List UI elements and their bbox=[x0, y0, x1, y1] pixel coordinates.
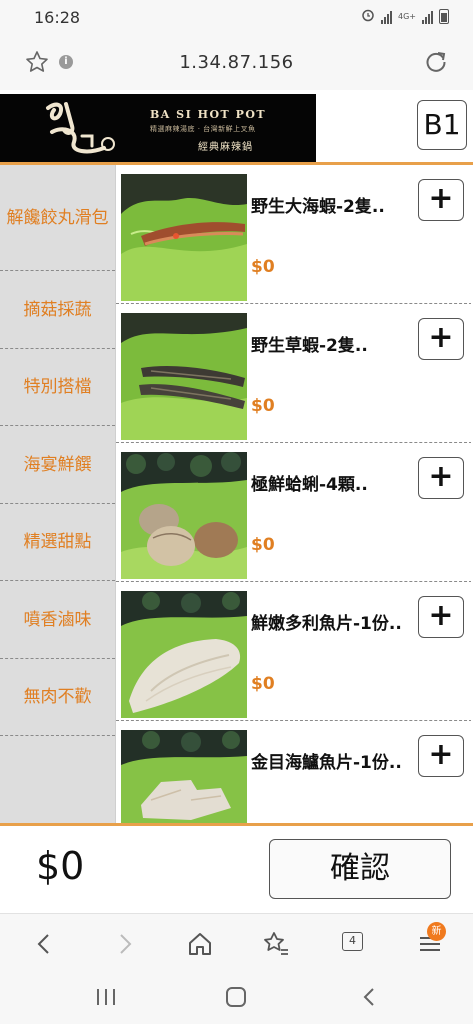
product-image bbox=[121, 452, 247, 579]
product-price: $0 bbox=[251, 535, 275, 555]
product-price: $0 bbox=[251, 396, 275, 416]
signal-icon-2 bbox=[422, 10, 433, 24]
brand-logo bbox=[46, 102, 115, 154]
confirm-button[interactable]: 確認 bbox=[269, 839, 451, 899]
alarm-icon bbox=[361, 8, 375, 25]
category-item[interactable]: 精選甜點 bbox=[0, 504, 115, 581]
product-row[interactable]: 野生大海蝦-2隻.. $0 + bbox=[116, 165, 471, 304]
category-sidebar: 解饞餃丸滑包 摘菇採蔬 特別搭檔 海宴鮮饌 精選甜點 噴香滷味 無肉不歡 bbox=[0, 165, 115, 823]
product-row[interactable]: 極鮮蛤蜊-4顆.. $0 + bbox=[116, 443, 471, 582]
battery-icon bbox=[439, 9, 449, 24]
product-name: 野生大海蝦-2隻.. bbox=[251, 197, 385, 217]
back-icon[interactable] bbox=[30, 929, 60, 959]
category-item[interactable]: 特別搭檔 bbox=[0, 349, 115, 426]
product-name: 金目海鱸魚片-1份.. bbox=[251, 753, 402, 773]
forward-icon[interactable] bbox=[109, 929, 139, 959]
product-image bbox=[121, 174, 247, 301]
add-to-order-button[interactable]: + bbox=[418, 318, 464, 360]
product-list: 野生大海蝦-2隻.. $0 + 野生草蝦-2隻.. $0 + 極鮮蛤蜊-4顆..… bbox=[115, 165, 471, 823]
signal-icon bbox=[381, 10, 392, 24]
status-icons: 4G+ bbox=[361, 8, 449, 25]
product-image bbox=[121, 313, 247, 440]
brand-tagline: 經典麻辣鍋 bbox=[198, 142, 253, 153]
address-bar: i 1.34.87.156 bbox=[0, 36, 473, 90]
status-time: 16:28 bbox=[34, 8, 81, 27]
home-icon[interactable] bbox=[185, 929, 215, 959]
status-bar: 16:28 4G+ bbox=[0, 0, 473, 36]
product-row[interactable]: 金目海鱸魚片-1份.. + bbox=[116, 721, 471, 823]
table-number-button[interactable]: B1 bbox=[417, 100, 467, 150]
product-price: $0 bbox=[251, 257, 275, 277]
product-image bbox=[121, 591, 247, 718]
product-row[interactable]: 鮮嫩多利魚片-1份.. $0 + bbox=[116, 582, 471, 721]
product-name: 野生草蝦-2隻.. bbox=[251, 336, 368, 356]
product-name: 極鮮蛤蜊-4顆.. bbox=[251, 475, 368, 495]
browser-toolbar: 4 新 bbox=[0, 913, 473, 971]
bookmarks-icon[interactable] bbox=[261, 929, 291, 959]
brand-name-en: BA SI HOT POT bbox=[150, 108, 267, 121]
reload-icon[interactable] bbox=[423, 49, 449, 75]
order-bar: $0 確認 bbox=[0, 823, 473, 913]
product-price: $0 bbox=[251, 674, 275, 694]
product-name: 鮮嫩多利魚片-1份.. bbox=[251, 614, 402, 634]
order-total: $0 bbox=[36, 844, 85, 888]
add-to-order-button[interactable]: + bbox=[418, 735, 464, 777]
category-item[interactable]: 摘菇採蔬 bbox=[0, 271, 115, 349]
category-item[interactable]: 海宴鮮饌 bbox=[0, 426, 115, 504]
category-item[interactable]: 解饞餃丸滑包 bbox=[0, 165, 115, 271]
url-text[interactable]: 1.34.87.156 bbox=[0, 52, 473, 73]
system-navigation bbox=[0, 971, 473, 1024]
restaurant-banner: BA SI HOT POT 精選麻辣湯底 · 台灣新鮮上叉魚 經典麻辣鍋 bbox=[0, 94, 316, 162]
category-item[interactable]: 無肉不歡 bbox=[0, 659, 115, 736]
add-to-order-button[interactable]: + bbox=[418, 457, 464, 499]
recent-apps-icon[interactable] bbox=[92, 985, 120, 1009]
add-to-order-button[interactable]: + bbox=[418, 596, 464, 638]
brand-subtitle: 精選麻辣湯底 · 台灣新鮮上叉魚 bbox=[150, 125, 256, 133]
network-type: 4G+ bbox=[398, 12, 416, 21]
back-nav-icon[interactable] bbox=[356, 985, 384, 1009]
home-nav-icon[interactable] bbox=[222, 985, 250, 1009]
add-to-order-button[interactable]: + bbox=[418, 179, 464, 221]
category-item[interactable]: 噴香滷味 bbox=[0, 581, 115, 659]
product-image bbox=[121, 730, 247, 823]
product-row[interactable]: 野生草蝦-2隻.. $0 + bbox=[116, 304, 471, 443]
tabs-button[interactable]: 4 bbox=[342, 932, 363, 951]
new-badge: 新 bbox=[427, 922, 446, 941]
